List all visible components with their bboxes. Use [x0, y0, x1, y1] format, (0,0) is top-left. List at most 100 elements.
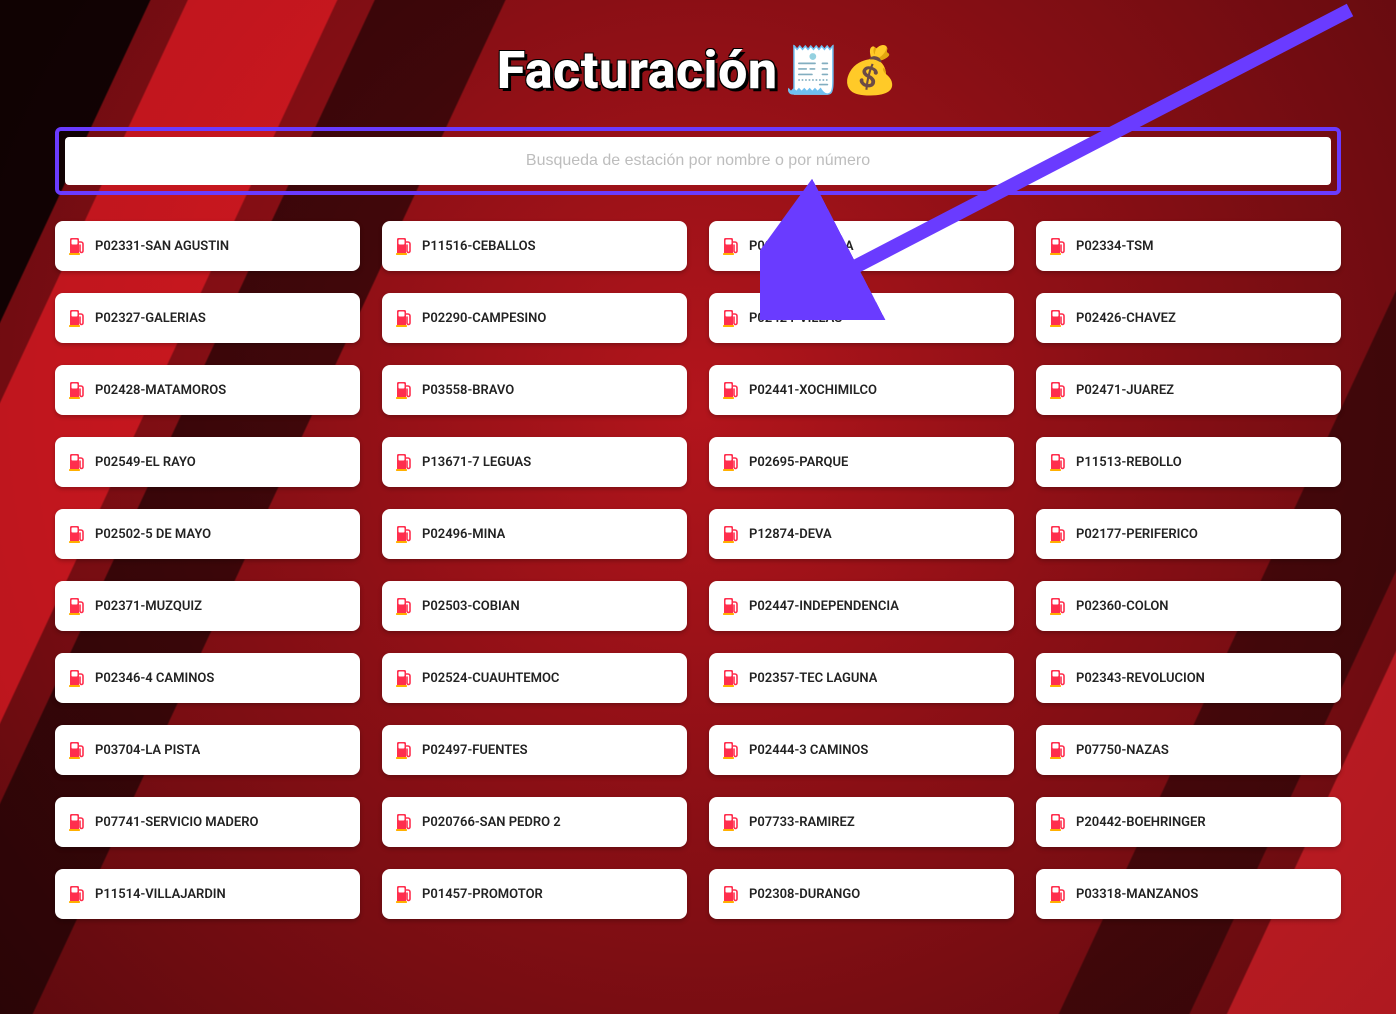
fuel-pump-icon: [1050, 813, 1066, 831]
station-label: P02497-FUENTES: [422, 743, 528, 758]
station-card[interactable]: P09455-SARABIA: [709, 221, 1014, 271]
station-card[interactable]: P020766-SAN PEDRO 2: [382, 797, 687, 847]
station-label: P02424-VILLAS: [749, 311, 842, 326]
station-card[interactable]: P11513-REBOLLO: [1036, 437, 1341, 487]
station-label: P02331-SAN AGUSTIN: [95, 239, 229, 254]
station-label: P09455-SARABIA: [749, 239, 854, 254]
station-card[interactable]: P13671-7 LEGUAS: [382, 437, 687, 487]
station-card[interactable]: P11514-VILLAJARDIN: [55, 869, 360, 919]
station-label: P07733-RAMIREZ: [749, 815, 855, 830]
fuel-pump-icon: [396, 885, 412, 903]
station-card[interactable]: P02695-PARQUE: [709, 437, 1014, 487]
station-label: P02441-XOCHIMILCO: [749, 383, 877, 398]
station-card[interactable]: P20442-BOEHRINGER: [1036, 797, 1341, 847]
fuel-pump-icon: [723, 381, 739, 399]
station-card[interactable]: P02524-CUAUHTEMOC: [382, 653, 687, 703]
station-card[interactable]: P02360-COLON: [1036, 581, 1341, 631]
station-card[interactable]: P02549-EL RAYO: [55, 437, 360, 487]
station-label: P02360-COLON: [1076, 599, 1168, 614]
station-label: P02444-3 CAMINOS: [749, 743, 868, 758]
station-card[interactable]: P02357-TEC LAGUNA: [709, 653, 1014, 703]
fuel-pump-icon: [396, 813, 412, 831]
station-label: P02308-DURANGO: [749, 887, 860, 902]
fuel-pump-icon: [69, 813, 85, 831]
station-card[interactable]: P02447-INDEPENDENCIA: [709, 581, 1014, 631]
fuel-pump-icon: [723, 885, 739, 903]
fuel-pump-icon: [1050, 885, 1066, 903]
station-card[interactable]: P11516-CEBALLOS: [382, 221, 687, 271]
station-label: P02334-TSM: [1076, 239, 1153, 254]
station-card[interactable]: P01457-PROMOTOR: [382, 869, 687, 919]
fuel-pump-icon: [69, 885, 85, 903]
station-label: P02290-CAMPESINO: [422, 311, 546, 326]
fuel-pump-icon: [1050, 381, 1066, 399]
station-card[interactable]: P02426-CHAVEZ: [1036, 293, 1341, 343]
fuel-pump-icon: [396, 525, 412, 543]
station-label: P02447-INDEPENDENCIA: [749, 599, 899, 614]
station-label: P02549-EL RAYO: [95, 455, 196, 470]
fuel-pump-icon: [1050, 741, 1066, 759]
station-card[interactable]: P02496-MINA: [382, 509, 687, 559]
station-card[interactable]: P02177-PERIFERICO: [1036, 509, 1341, 559]
fuel-pump-icon: [396, 381, 412, 399]
station-label: P02426-CHAVEZ: [1076, 311, 1176, 326]
station-card[interactable]: P02424-VILLAS: [709, 293, 1014, 343]
fuel-pump-icon: [69, 237, 85, 255]
station-card[interactable]: P02308-DURANGO: [709, 869, 1014, 919]
station-card[interactable]: P02346-4 CAMINOS: [55, 653, 360, 703]
station-card[interactable]: P02428-MATAMOROS: [55, 365, 360, 415]
station-card[interactable]: P02444-3 CAMINOS: [709, 725, 1014, 775]
station-card[interactable]: P02497-FUENTES: [382, 725, 687, 775]
station-card[interactable]: P02502-5 DE MAYO: [55, 509, 360, 559]
station-card[interactable]: P12874-DEVA: [709, 509, 1014, 559]
station-label: P07750-NAZAS: [1076, 743, 1169, 758]
station-card[interactable]: P02371-MUZQUIZ: [55, 581, 360, 631]
station-label: P03318-MANZANOS: [1076, 887, 1198, 902]
fuel-pump-icon: [396, 309, 412, 327]
station-label: P03704-LA PISTA: [95, 743, 200, 758]
fuel-pump-icon: [1050, 525, 1066, 543]
station-label: P02471-JUAREZ: [1076, 383, 1174, 398]
search-input[interactable]: [65, 137, 1331, 185]
station-card[interactable]: P02343-REVOLUCION: [1036, 653, 1341, 703]
station-card[interactable]: P07733-RAMIREZ: [709, 797, 1014, 847]
station-card[interactable]: P07741-SERVICIO MADERO: [55, 797, 360, 847]
fuel-pump-icon: [69, 669, 85, 687]
fuel-pump-icon: [69, 453, 85, 471]
station-label: P02327-GALERIAS: [95, 311, 206, 326]
station-card[interactable]: P02290-CAMPESINO: [382, 293, 687, 343]
station-card[interactable]: P02503-COBIAN: [382, 581, 687, 631]
title-text: Facturación: [497, 40, 778, 101]
station-label: P11516-CEBALLOS: [422, 239, 536, 254]
fuel-pump-icon: [1050, 309, 1066, 327]
station-label: P03558-BRAVO: [422, 383, 514, 398]
fuel-pump-icon: [69, 309, 85, 327]
station-label: P01457-PROMOTOR: [422, 887, 543, 902]
station-label: P13671-7 LEGUAS: [422, 455, 531, 470]
station-card[interactable]: P03318-MANZANOS: [1036, 869, 1341, 919]
station-card[interactable]: P03558-BRAVO: [382, 365, 687, 415]
station-card[interactable]: P07750-NAZAS: [1036, 725, 1341, 775]
station-card[interactable]: P02334-TSM: [1036, 221, 1341, 271]
receipt-money-icon: 🧾💰: [784, 44, 900, 98]
station-label: P02371-MUZQUIZ: [95, 599, 202, 614]
fuel-pump-icon: [396, 669, 412, 687]
station-card[interactable]: P02471-JUAREZ: [1036, 365, 1341, 415]
fuel-pump-icon: [723, 669, 739, 687]
station-label: P02502-5 DE MAYO: [95, 527, 211, 542]
fuel-pump-icon: [1050, 669, 1066, 687]
fuel-pump-icon: [69, 741, 85, 759]
station-label: P02524-CUAUHTEMOC: [422, 671, 559, 686]
station-label: P02496-MINA: [422, 527, 505, 542]
station-card[interactable]: P02331-SAN AGUSTIN: [55, 221, 360, 271]
station-card[interactable]: P02441-XOCHIMILCO: [709, 365, 1014, 415]
station-label: P20442-BOEHRINGER: [1076, 815, 1206, 830]
fuel-pump-icon: [723, 237, 739, 255]
station-label: P12874-DEVA: [749, 527, 832, 542]
station-card[interactable]: P02327-GALERIAS: [55, 293, 360, 343]
station-label: P11513-REBOLLO: [1076, 455, 1182, 470]
station-label: P02428-MATAMOROS: [95, 383, 226, 398]
fuel-pump-icon: [723, 309, 739, 327]
station-card[interactable]: P03704-LA PISTA: [55, 725, 360, 775]
fuel-pump-icon: [723, 597, 739, 615]
